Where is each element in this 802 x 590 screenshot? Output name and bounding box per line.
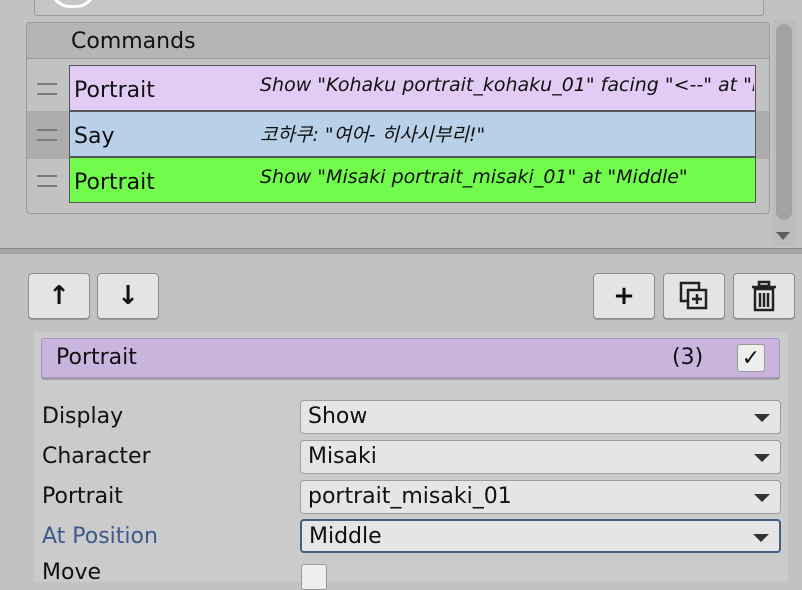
command-list-title: Commands xyxy=(71,29,196,54)
drag-handle-icon[interactable] xyxy=(37,175,57,187)
arrow-up-icon: ↑ xyxy=(48,281,70,311)
command-name: Portrait xyxy=(74,170,155,195)
drag-handle-icon[interactable] xyxy=(37,129,57,141)
arrow-down-icon: ↓ xyxy=(117,281,139,311)
command-row[interactable]: Portrait Show "Kohaku portrait_kohaku_01… xyxy=(27,65,769,111)
display-value: Show xyxy=(308,404,368,429)
command-index: (3) xyxy=(672,345,704,370)
character-label: Character xyxy=(42,444,151,469)
command-cell[interactable]: Portrait Show "Misaki portrait_misaki_01… xyxy=(69,157,756,203)
command-name: Portrait xyxy=(74,78,155,103)
dropdown-arrow-icon xyxy=(753,534,769,542)
command-title: Portrait xyxy=(56,345,137,370)
add-command-button[interactable]: + xyxy=(593,273,655,319)
portrait-value: portrait_misaki_01 xyxy=(308,484,512,509)
command-list-header: Commands xyxy=(27,23,769,59)
dropdown-arrow-icon xyxy=(754,494,770,502)
portrait-dropdown[interactable]: portrait_misaki_01 xyxy=(300,480,781,514)
portrait-label: Portrait xyxy=(42,484,123,509)
character-value: Misaki xyxy=(308,444,377,469)
enabled-checkbox[interactable]: ✓ xyxy=(737,344,765,372)
at-position-label: At Position xyxy=(42,524,158,549)
at-position-dropdown[interactable]: Middle xyxy=(300,519,781,553)
command-row[interactable]: Say 코하쿠: "여어- 히사시부리!" xyxy=(27,111,769,157)
checkmark-icon: ✓ xyxy=(741,345,761,371)
command-cell[interactable]: Say 코하쿠: "여어- 히사시부리!" xyxy=(69,111,756,157)
command-list: Commands Portrait Show "Kohaku portrait_… xyxy=(26,22,770,214)
copy-add-icon xyxy=(679,281,708,310)
delete-command-button[interactable] xyxy=(733,273,795,319)
command-summary: Show "Misaki portrait_misaki_01" at "Mid… xyxy=(260,166,688,188)
previous-section-box xyxy=(34,0,764,16)
command-name: Say xyxy=(74,124,115,149)
display-label: Display xyxy=(42,404,124,429)
move-label: Move xyxy=(42,560,101,585)
scroll-down-arrow-icon[interactable] xyxy=(776,232,790,240)
plus-icon: + xyxy=(613,281,635,311)
at-position-value: Middle xyxy=(309,524,382,549)
display-dropdown[interactable]: Show xyxy=(300,400,781,434)
drag-handle-icon[interactable] xyxy=(37,83,57,95)
commands-panel: Commands Portrait Show "Kohaku portrait_… xyxy=(0,0,802,250)
move-down-button[interactable]: ↓ xyxy=(97,273,159,319)
dropdown-arrow-icon xyxy=(754,414,770,422)
duplicate-command-button[interactable] xyxy=(663,273,725,319)
dropdown-arrow-icon xyxy=(754,454,770,462)
command-summary: Show "Kohaku portrait_kohaku_01" facing … xyxy=(260,74,754,96)
command-title-bar: Portrait (3) ✓ xyxy=(41,338,780,378)
trash-icon xyxy=(752,280,776,312)
command-row[interactable]: Portrait Show "Misaki portrait_misaki_01… xyxy=(27,157,769,203)
move-up-button[interactable]: ↑ xyxy=(28,273,90,319)
character-dropdown[interactable]: Misaki xyxy=(300,440,781,474)
move-checkbox[interactable] xyxy=(301,564,327,590)
scrollbar-thumb[interactable] xyxy=(776,24,792,220)
command-cell[interactable]: Portrait Show "Kohaku portrait_kohaku_01… xyxy=(69,65,756,111)
command-summary: 코하쿠: "여어- 히사시부리!" xyxy=(260,124,486,146)
